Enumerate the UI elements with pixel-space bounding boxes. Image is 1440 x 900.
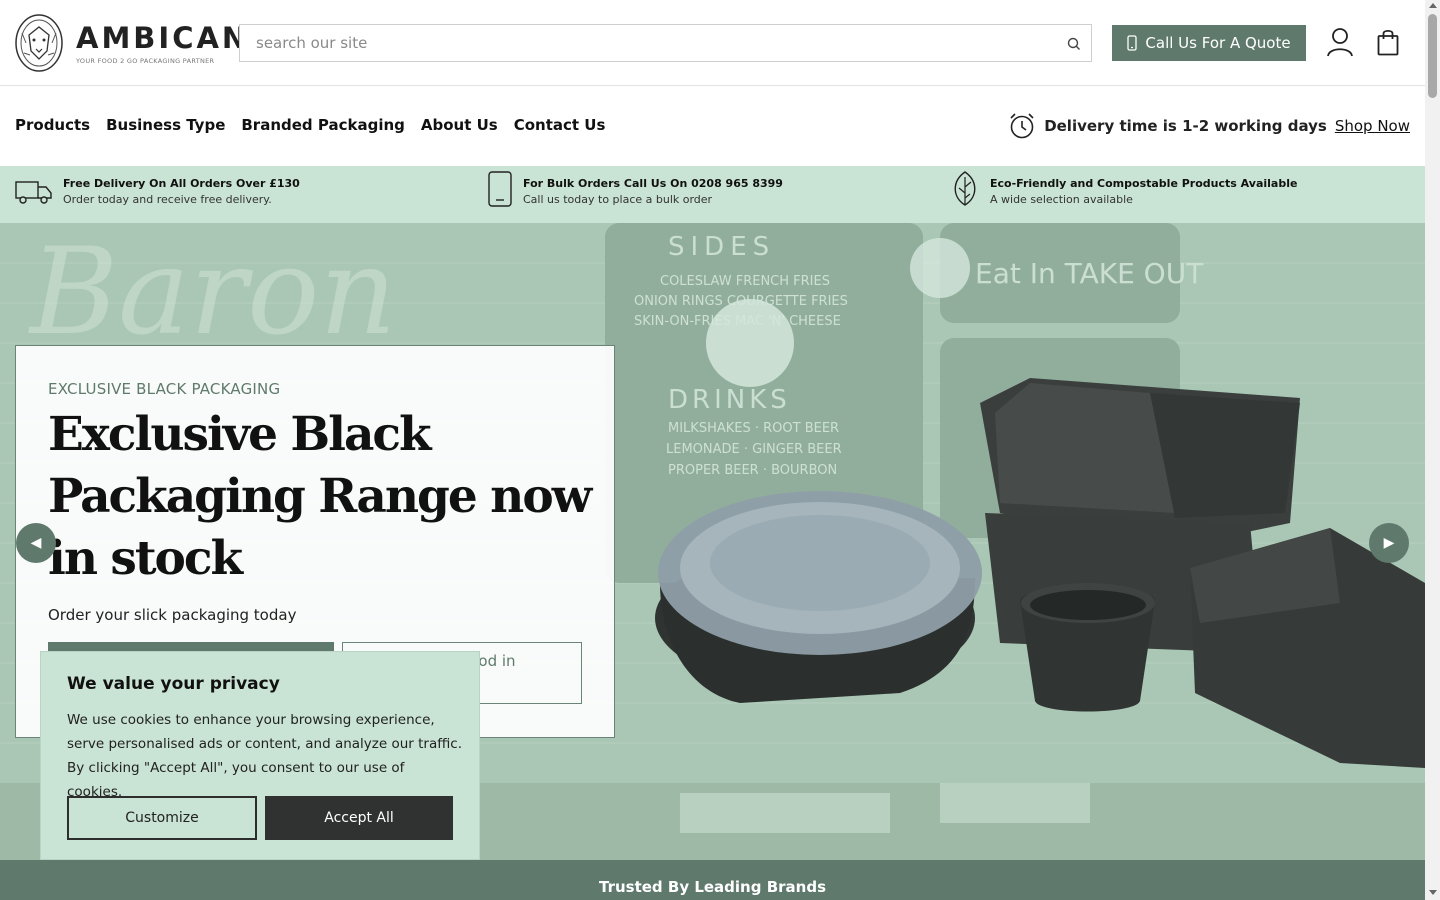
scroll-down-arrow-icon[interactable] <box>1429 890 1437 895</box>
carousel-prev-arrow[interactable]: ◀ <box>16 523 56 563</box>
truck-icon <box>15 181 52 204</box>
nav-item-about-us[interactable]: About Us <box>421 116 498 134</box>
site-header: AMBICAN YOUR FOOD 2 GO PACKAGING PARTNER… <box>0 0 1425 86</box>
logo-tagline: YOUR FOOD 2 GO PACKAGING PARTNER <box>76 56 215 65</box>
hero-title: Exclusive Black Packaging Range now in s… <box>48 407 592 586</box>
benefit-subtitle: A wide selection available <box>990 193 1133 206</box>
search-bar <box>239 24 1092 62</box>
benefits-strip: Free Delivery On All Orders Over £130 Or… <box>0 166 1425 223</box>
mobile-phone-icon <box>1127 35 1138 51</box>
logo-name: AMBICAN <box>76 20 250 55</box>
leaf-icon <box>954 171 976 206</box>
trusted-brands-band: Trusted By Leading Brands <box>0 860 1425 900</box>
nav-item-products[interactable]: Products <box>15 116 90 134</box>
benefit-title: For Bulk Orders Call Us On 0208 965 8399 <box>523 177 783 190</box>
chevron-right-icon: ▶ <box>1383 535 1395 551</box>
cookie-consent-banner: We value your privacy We use cookies to … <box>40 651 480 860</box>
shopping-bag-icon[interactable] <box>1377 28 1399 56</box>
main-navigation: Products Business Type Branded Packaging… <box>0 86 1425 166</box>
shop-now-link[interactable]: Shop Now <box>1335 117 1410 135</box>
benefit-eco-friendly: Eco-Friendly and Compostable Products Av… <box>950 171 1298 208</box>
benefit-free-delivery: Free Delivery On All Orders Over £130 Or… <box>15 176 300 208</box>
search-icon[interactable] <box>1066 36 1082 52</box>
call-for-quote-label: Call Us For A Quote <box>1145 34 1291 52</box>
scroll-up-arrow-icon[interactable] <box>1429 3 1437 8</box>
nav-item-business-type[interactable]: Business Type <box>106 116 225 134</box>
search-input[interactable] <box>240 25 1091 61</box>
benefit-subtitle: Order today and receive free delivery. <box>63 193 272 206</box>
lion-logo-icon <box>15 14 63 72</box>
cookie-accept-all-button[interactable]: Accept All <box>265 796 453 840</box>
cookie-title: We value your privacy <box>67 674 280 694</box>
alarm-clock-icon <box>1010 113 1034 139</box>
carousel-next-arrow[interactable]: ▶ <box>1369 523 1409 563</box>
trusted-brands-heading: Trusted By Leading Brands <box>599 878 826 896</box>
hero-subtitle: Order your slick packaging today <box>48 606 297 624</box>
benefit-title: Free Delivery On All Orders Over £130 <box>63 177 300 190</box>
hero-eyebrow: EXCLUSIVE BLACK PACKAGING <box>48 380 281 398</box>
benefit-bulk-orders: For Bulk Orders Call Us On 0208 965 8399… <box>487 171 783 208</box>
call-for-quote-button[interactable]: Call Us For A Quote <box>1112 25 1306 61</box>
scrollbar-thumb[interactable] <box>1428 14 1437 98</box>
cookie-customize-button[interactable]: Customize <box>67 796 257 840</box>
delivery-notice: Delivery time is 1-2 working days Shop N… <box>1009 112 1410 140</box>
chevron-left-icon: ◀ <box>30 535 42 551</box>
benefit-subtitle: Call us today to place a bulk order <box>523 193 713 206</box>
nav-item-contact-us[interactable]: Contact Us <box>514 116 606 134</box>
phone-icon <box>488 171 512 207</box>
cookie-text: We use cookies to enhance your browsing … <box>67 712 463 800</box>
site-logo[interactable]: AMBICAN YOUR FOOD 2 GO PACKAGING PARTNER <box>14 13 249 73</box>
nav-item-branded-packaging[interactable]: Branded Packaging <box>241 116 405 134</box>
account-icon[interactable] <box>1326 27 1354 57</box>
page-scrollbar[interactable] <box>1425 0 1440 900</box>
benefit-title: Eco-Friendly and Compostable Products Av… <box>990 177 1298 190</box>
delivery-text: Delivery time is 1-2 working days <box>1044 117 1327 135</box>
